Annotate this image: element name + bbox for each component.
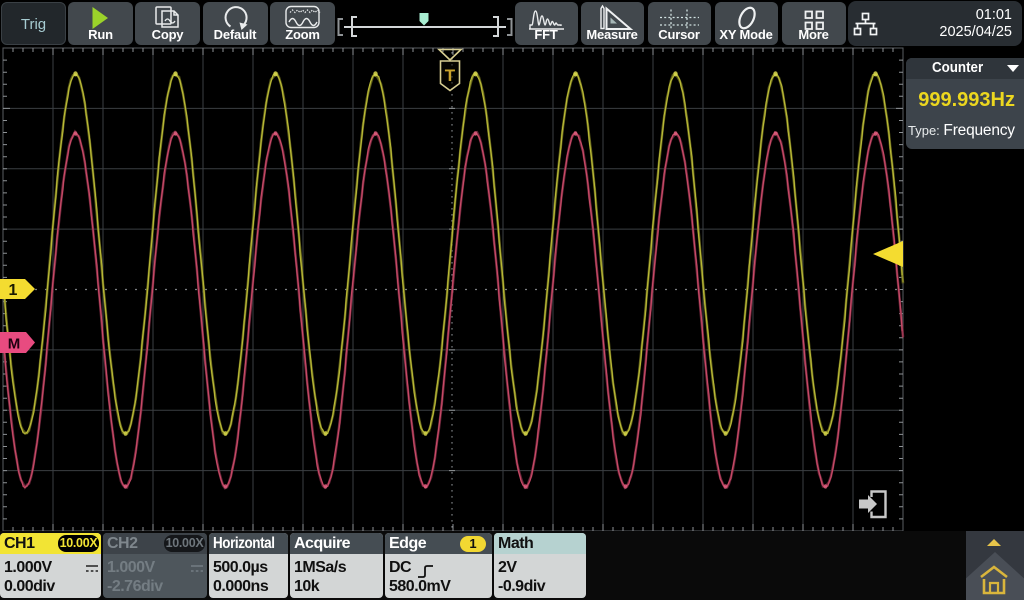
svg-text:T: T: [445, 66, 456, 85]
svg-text:M: M: [8, 336, 21, 353]
svg-text:1: 1: [9, 282, 18, 299]
